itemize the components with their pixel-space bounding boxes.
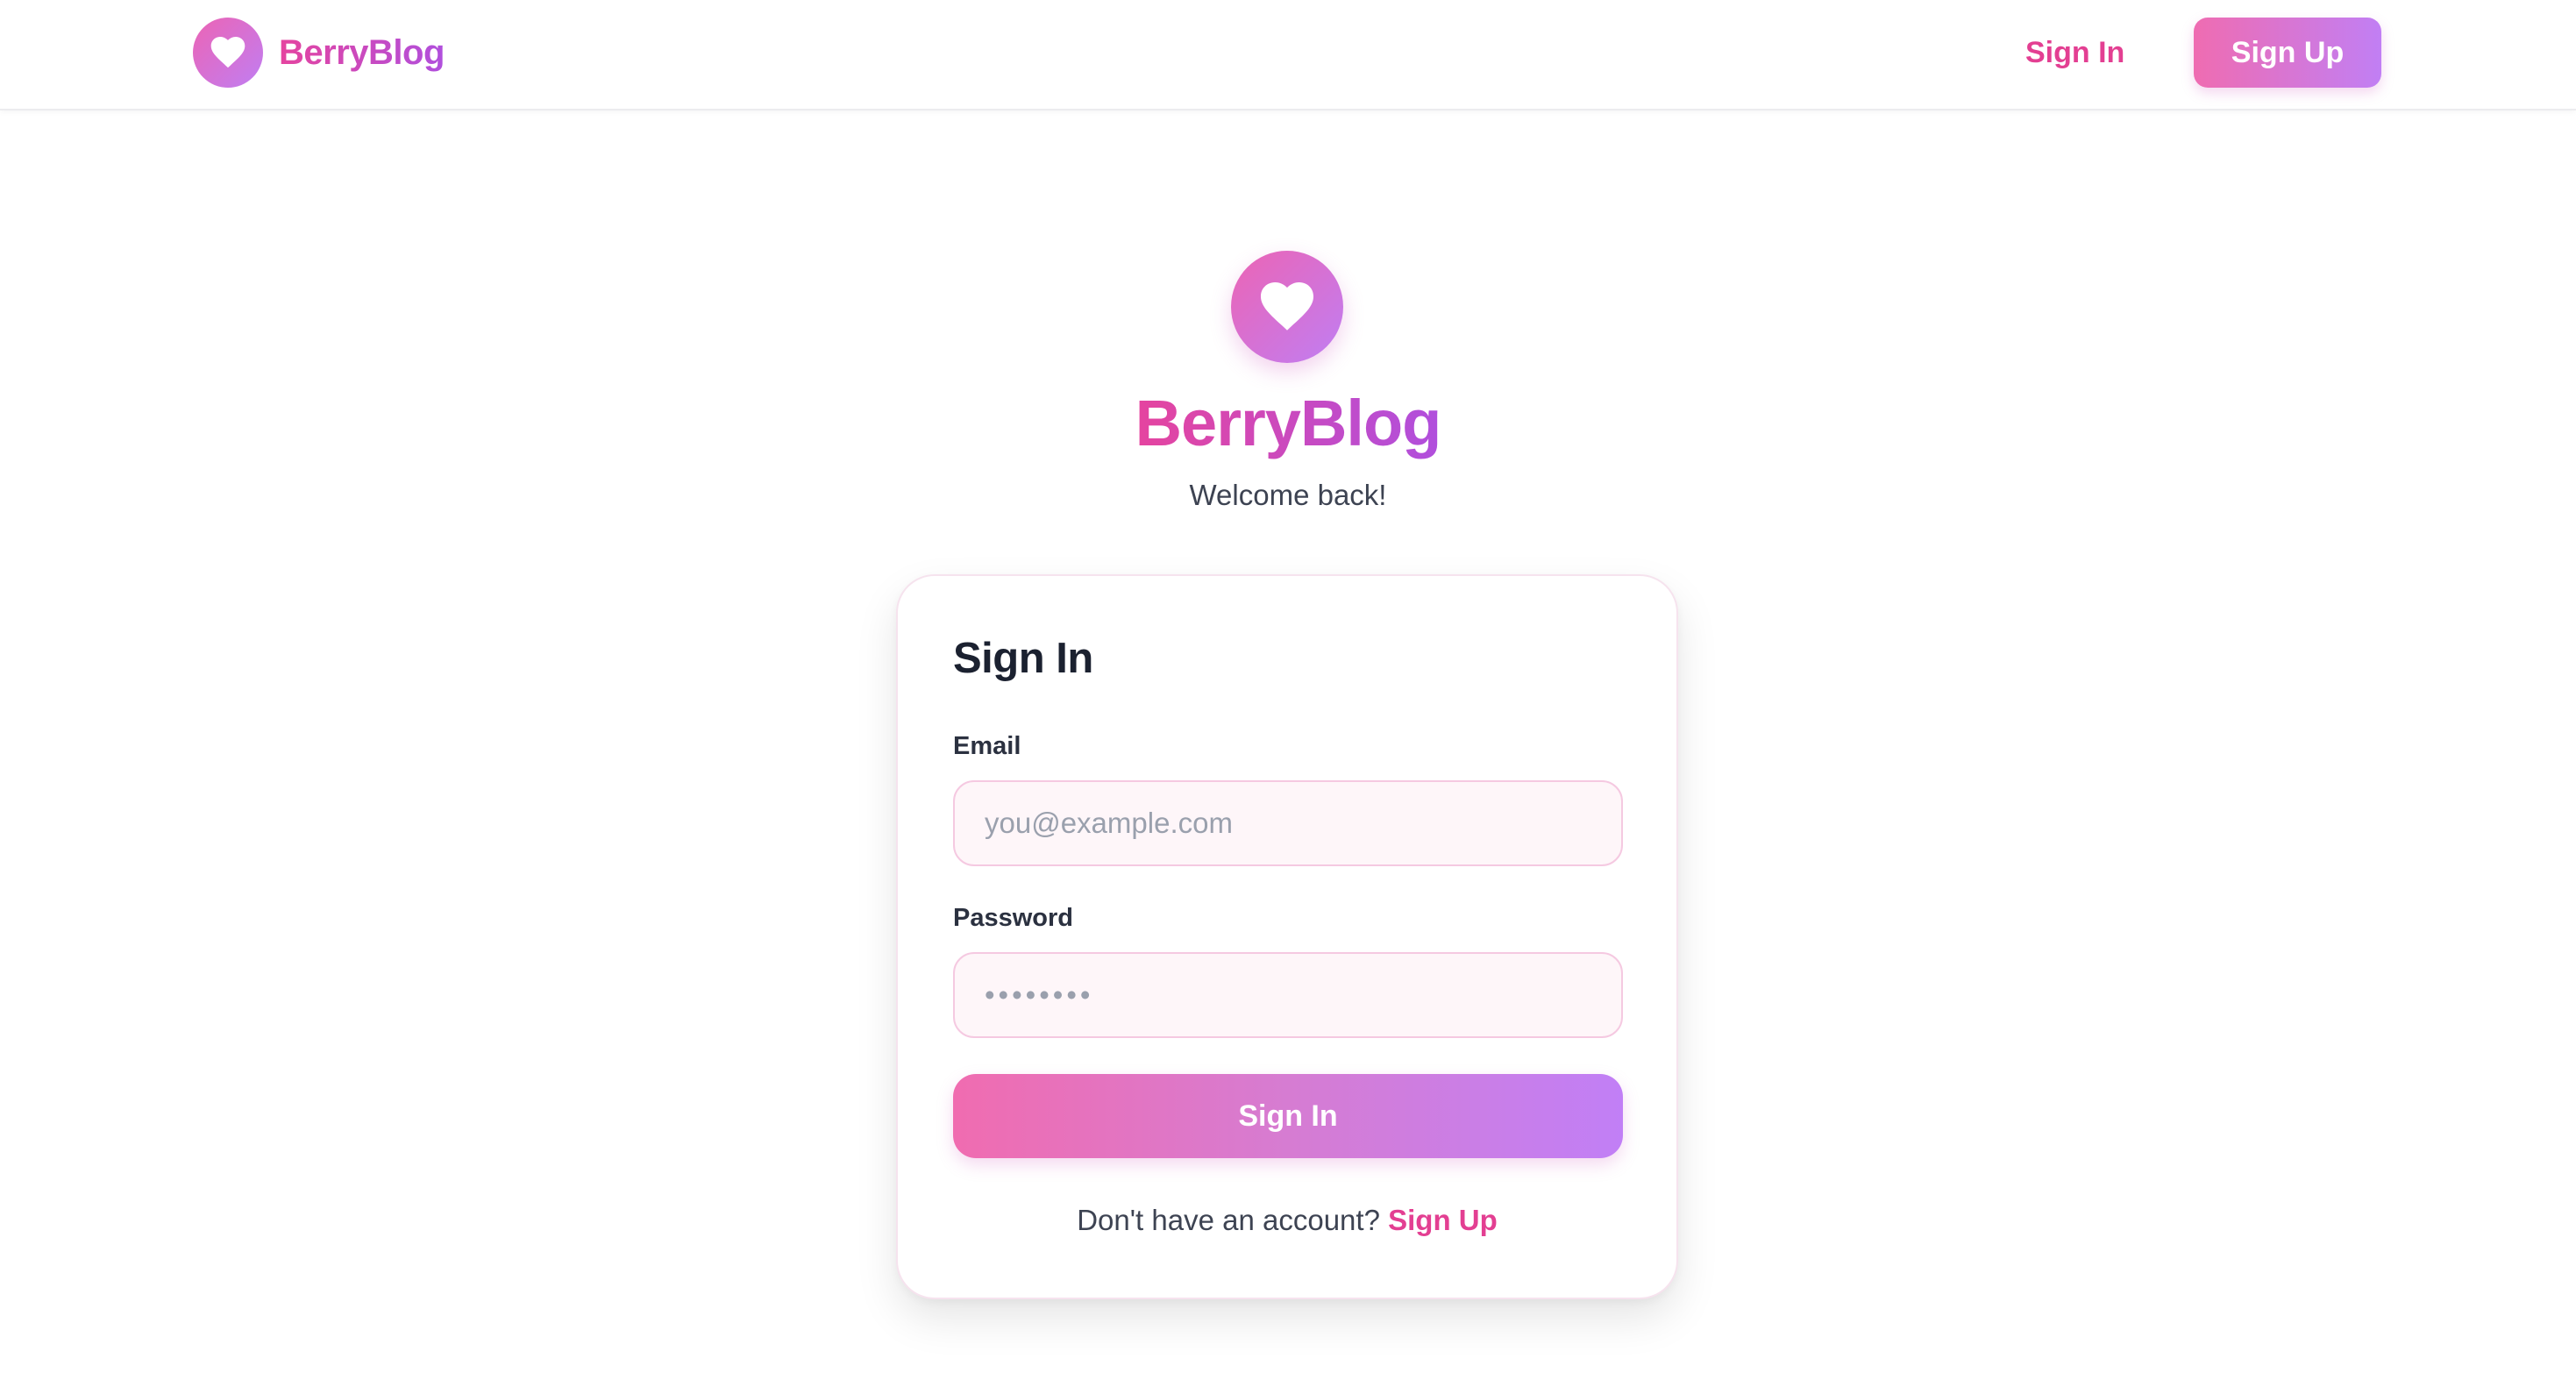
password-field[interactable] xyxy=(953,952,1623,1038)
top-navbar: BerryBlog Sign In Sign Up xyxy=(0,0,2576,110)
hero-title-text: BerryBlog xyxy=(1135,387,1442,459)
sign-up-link[interactable]: Sign Up xyxy=(1388,1204,1498,1236)
heart-icon xyxy=(210,37,246,68)
brand-name: BerryBlog xyxy=(279,32,445,72)
brand-logo xyxy=(193,18,263,88)
sign-in-card: Sign In Email Password Sign In Don't hav… xyxy=(896,574,1678,1299)
hero-logo xyxy=(1231,251,1343,363)
nav-sign-in-link[interactable]: Sign In xyxy=(2025,32,2124,74)
hero-title: BerryBlog xyxy=(0,386,2576,460)
password-label: Password xyxy=(953,904,1073,932)
heart-icon xyxy=(1260,282,1314,331)
email-field[interactable] xyxy=(953,780,1623,866)
signup-prompt-text: Don't have an account? xyxy=(1077,1204,1380,1236)
hero-subtitle: Welcome back! xyxy=(1189,479,1387,511)
email-label: Email xyxy=(953,732,1021,760)
card-title: Sign In xyxy=(953,635,1093,682)
nav-sign-up-button[interactable]: Sign Up xyxy=(2194,18,2381,88)
brand-home-link[interactable]: BerryBlog xyxy=(193,18,445,88)
signup-prompt: Don't have an account? Sign Up xyxy=(898,1204,1676,1237)
sign-in-button[interactable]: Sign In xyxy=(953,1074,1623,1158)
